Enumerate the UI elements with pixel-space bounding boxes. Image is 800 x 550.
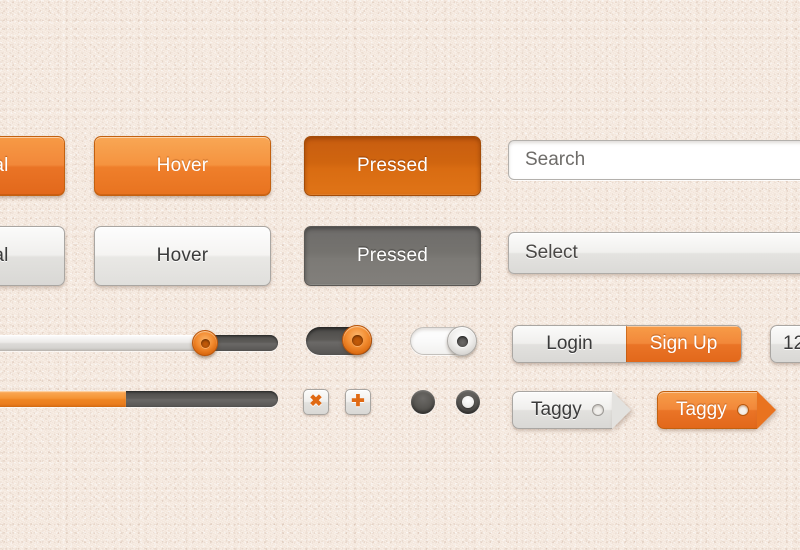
slider[interactable] <box>0 330 278 356</box>
progress-bar <box>0 391 278 407</box>
close-button[interactable]: ✖ <box>303 389 329 415</box>
add-button[interactable]: ✚ <box>345 389 371 415</box>
button-pressed-gray[interactable]: Pressed <box>304 226 481 286</box>
button-label: Pressed <box>356 245 429 266</box>
plus-icon: ✚ <box>351 393 365 410</box>
toggle-knob-off[interactable] <box>447 326 477 356</box>
select-dropdown[interactable]: Select <box>508 232 800 274</box>
button-normal-gray[interactable]: al <box>0 226 65 286</box>
tag-body: Taggy <box>512 391 612 429</box>
search-input[interactable]: Search <box>508 140 800 180</box>
segment-signup[interactable]: Sign Up <box>626 326 741 362</box>
tag-point <box>611 391 631 429</box>
close-icon: ✖ <box>309 393 323 410</box>
button-hover-gray[interactable]: Hover <box>94 226 271 286</box>
slider-fill <box>0 335 205 351</box>
search-placeholder: Search <box>525 149 586 170</box>
select-value: Select <box>525 242 578 263</box>
radio-selected[interactable] <box>456 390 480 414</box>
button-label: Pressed <box>356 155 429 176</box>
toggle-knob-on[interactable] <box>342 325 372 355</box>
button-label: Hover <box>156 245 209 266</box>
button-hover-orange[interactable]: Hover <box>94 136 271 196</box>
stepper-value: 12 <box>783 333 800 354</box>
radio-unselected[interactable] <box>411 390 435 414</box>
button-pressed-orange[interactable]: Pressed <box>304 136 481 196</box>
segment-label: Sign Up <box>649 333 718 354</box>
slider-knob[interactable] <box>192 330 218 356</box>
toggle-on[interactable] <box>306 325 372 355</box>
tag-orange[interactable]: Taggy <box>657 391 776 429</box>
tag-body: Taggy <box>657 391 757 429</box>
tag-hole-icon <box>736 404 749 416</box>
segment-login[interactable]: Login <box>513 326 627 362</box>
segmented-control[interactable]: Login Sign Up <box>512 325 742 363</box>
tag-gray[interactable]: Taggy <box>512 391 631 429</box>
button-label: Hover <box>156 155 209 176</box>
tag-label: Taggy <box>676 399 727 420</box>
button-normal-orange[interactable]: al <box>0 136 65 196</box>
segment-label: Login <box>546 333 593 354</box>
tag-point <box>756 391 776 429</box>
tag-hole-icon <box>591 404 604 416</box>
toggle-off[interactable] <box>410 326 477 356</box>
button-label: al <box>0 155 9 176</box>
button-label: al <box>0 245 9 266</box>
stepper-button[interactable]: 12 <box>770 325 800 363</box>
progress-fill <box>0 391 126 407</box>
tag-label: Taggy <box>531 399 582 420</box>
